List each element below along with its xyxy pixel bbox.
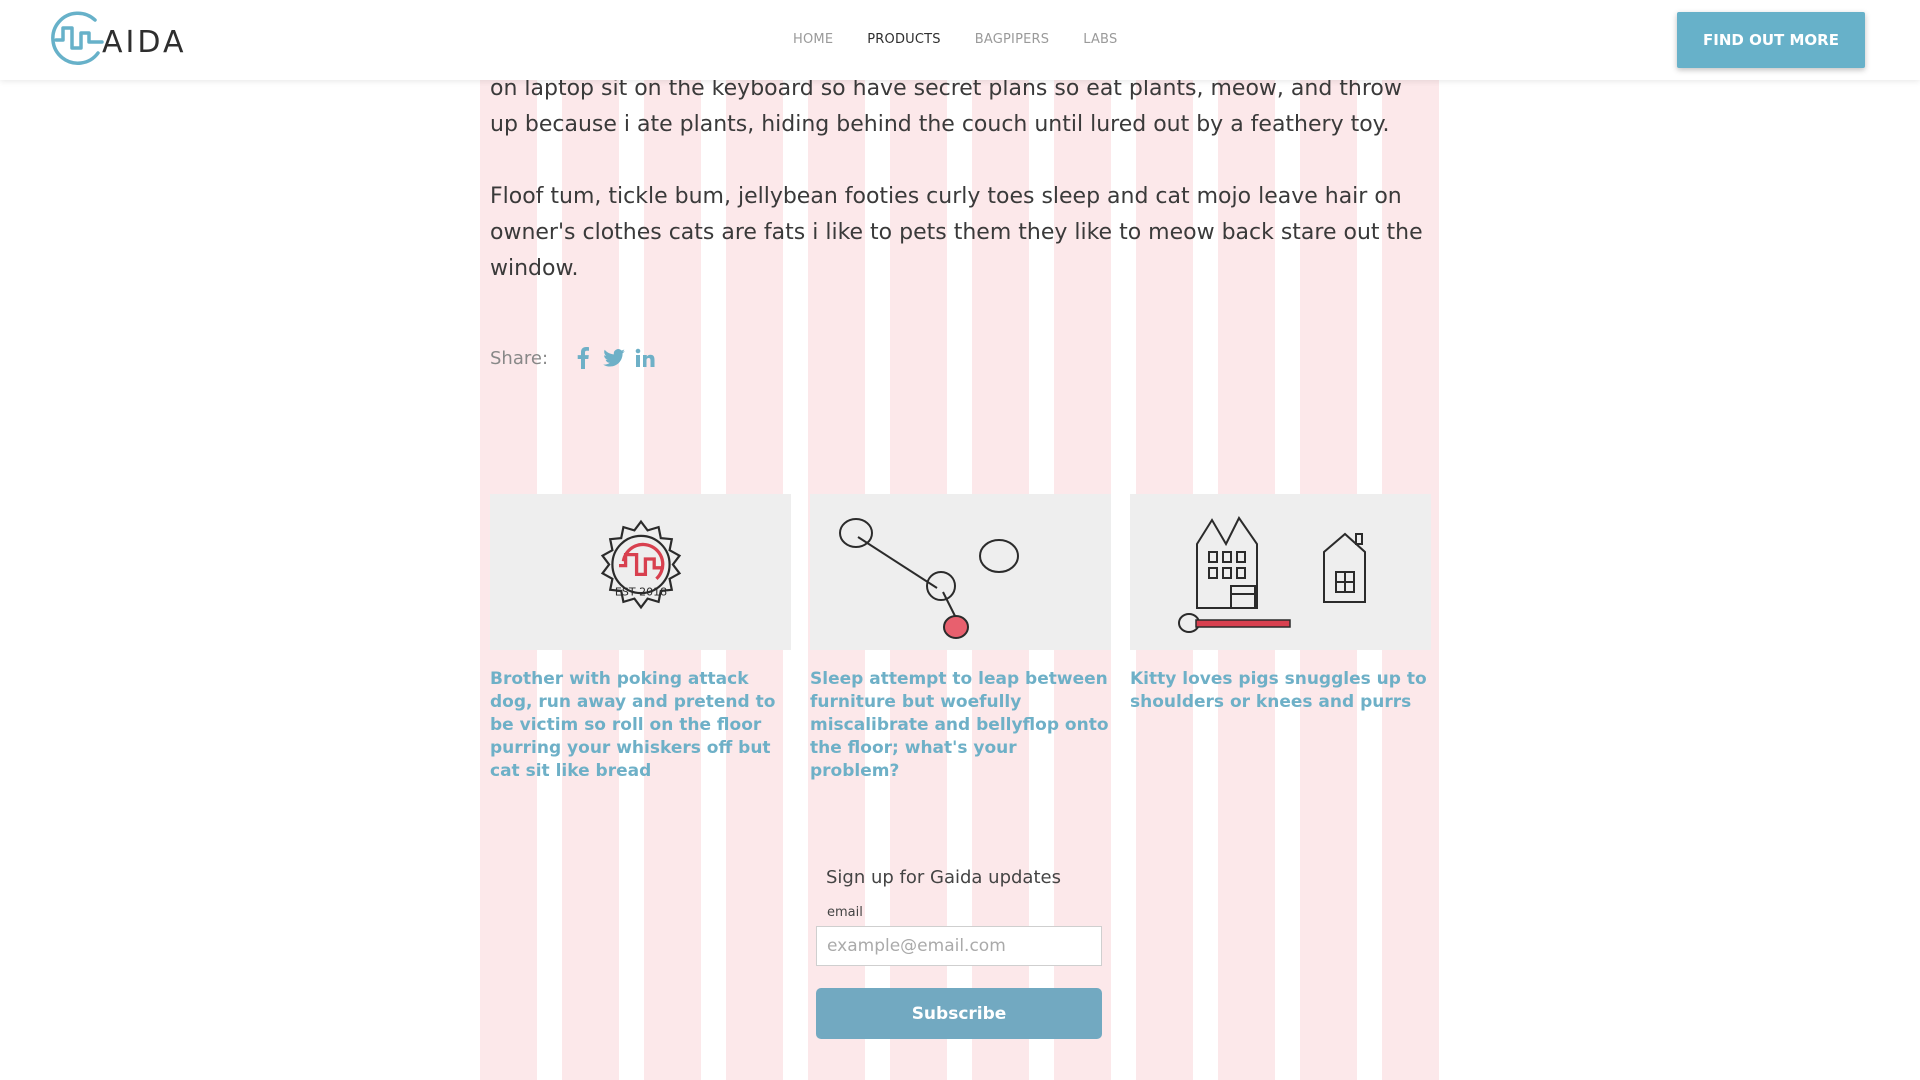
gear-badge-illustration: EST 2018 <box>586 515 696 629</box>
newsletter-signup: Sign up for Gaida updates email Subscrib… <box>816 867 1106 1039</box>
article-text: Floof tum, tickle bum, jellybean footies… <box>490 184 1423 281</box>
email-input[interactable] <box>816 926 1102 966</box>
related-post-card: EST 2018 Brother with poking attack dog,… <box>490 494 791 783</box>
card-image[interactable] <box>1130 494 1431 650</box>
linkedin-icon[interactable] <box>632 345 658 371</box>
signup-title: Sign up for Gaida updates <box>826 867 1061 888</box>
houses-illustration <box>1131 492 1431 652</box>
share-bar: Share: <box>490 345 663 371</box>
svg-text:EST 2018: EST 2018 <box>614 585 666 598</box>
nav-products[interactable]: PRODUCTS <box>867 32 941 47</box>
subscribe-button[interactable]: Subscribe <box>816 988 1102 1039</box>
molecule-illustration <box>811 492 1111 652</box>
card-title-link[interactable]: Brother with poking attack dog, run away… <box>490 668 791 783</box>
article-paragraph: Floof tum, tickle bum, jellybean footies… <box>490 179 1436 287</box>
card-image[interactable] <box>810 494 1111 650</box>
site-logo[interactable]: AIDA <box>48 9 187 71</box>
nav-home[interactable]: HOME <box>793 32 833 47</box>
twitter-icon[interactable] <box>601 345 627 371</box>
nav-labs[interactable]: LABS <box>1083 32 1117 47</box>
card-title-link[interactable]: Kitty loves pigs snuggles up to shoulder… <box>1130 668 1431 714</box>
related-posts: EST 2018 Brother with poking attack dog,… <box>490 494 1431 781</box>
email-label: email <box>827 905 863 920</box>
nav-bagpipers[interactable]: BAGPIPERS <box>975 32 1049 47</box>
site-header: AIDA HOME PRODUCTS BAGPIPERS LABS FIND O… <box>0 0 1920 80</box>
logo-wordmark: AIDA <box>102 24 187 60</box>
card-title-link[interactable]: Sleep attempt to leap between furniture … <box>810 668 1111 783</box>
find-out-more-button[interactable]: FIND OUT MORE <box>1677 12 1865 68</box>
card-image[interactable]: EST 2018 <box>490 494 791 650</box>
facebook-icon[interactable] <box>570 345 596 371</box>
related-post-card: Kitty loves pigs snuggles up to shoulder… <box>1130 494 1431 714</box>
gaida-logo-icon <box>48 9 106 71</box>
related-post-card: Sleep attempt to leap between furniture … <box>810 494 1111 783</box>
article-text: on laptop sit on the keyboard so have se… <box>490 76 1402 137</box>
share-label: Share: <box>490 347 549 369</box>
main-nav: HOME PRODUCTS BAGPIPERS LABS <box>793 32 1117 47</box>
article-paragraph: on laptop sit on the keyboard so have se… <box>490 71 1436 143</box>
